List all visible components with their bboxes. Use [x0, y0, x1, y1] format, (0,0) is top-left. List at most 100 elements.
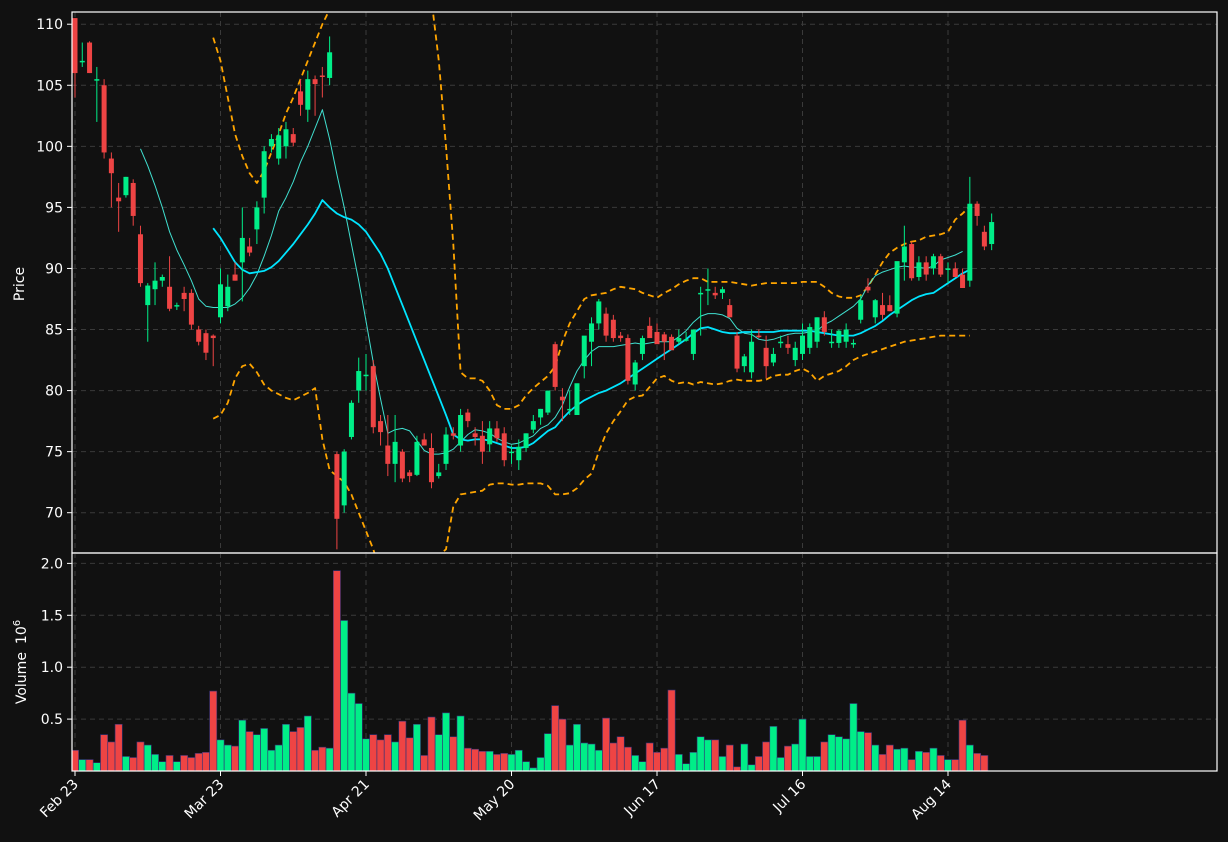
candle-body	[880, 305, 886, 315]
volume-bar	[202, 752, 210, 771]
candle-body	[196, 329, 202, 342]
candle-body	[770, 353, 776, 363]
volume-bar	[638, 761, 647, 771]
volume-bar	[143, 744, 152, 771]
stock-chart: 707580859095100105110 0.51.01.52.0 Feb 2…	[0, 0, 1228, 842]
candle-body	[283, 129, 289, 147]
volume-bar	[158, 761, 167, 771]
volume-tick-label: 1.0	[41, 660, 63, 676]
candle-body	[596, 301, 602, 324]
candle-body	[850, 342, 856, 345]
volume-bar	[813, 756, 821, 771]
candle-body	[981, 231, 987, 247]
volume-bar	[718, 756, 727, 771]
candle-body	[989, 222, 995, 245]
candle-body	[683, 339, 689, 341]
candle-body	[494, 428, 500, 439]
volume-bar	[864, 732, 872, 771]
volume-bar	[616, 736, 625, 771]
volume-bar	[885, 744, 894, 771]
candle-body	[654, 331, 660, 345]
volume-bar	[514, 749, 523, 771]
volume-bar	[180, 755, 189, 771]
candle-body	[785, 344, 791, 348]
candle-body	[334, 454, 340, 519]
candle-body	[858, 300, 864, 320]
volume-bar	[231, 745, 239, 771]
volume-bar	[871, 744, 880, 771]
candle-body	[756, 335, 762, 338]
candle-body	[268, 139, 274, 147]
candle-body	[290, 134, 296, 143]
volume-bar	[260, 728, 269, 771]
candle-body	[399, 451, 405, 479]
volume-tick-label: 0.5	[41, 712, 63, 728]
candle-body	[370, 366, 376, 428]
volume-bar	[674, 754, 683, 771]
candle-body	[909, 244, 915, 279]
volume-bar	[551, 705, 560, 771]
volume-bar	[493, 754, 501, 771]
candle-body	[938, 256, 944, 275]
volume-bar	[449, 736, 458, 771]
candle-body	[894, 261, 900, 314]
candle-body	[421, 439, 427, 446]
candle-body	[145, 285, 151, 306]
volume-bar	[798, 718, 807, 771]
volume-bar	[704, 739, 712, 771]
volume-bar	[980, 755, 989, 771]
volume-bar	[856, 731, 865, 771]
candle-body	[152, 280, 158, 290]
volume-bar	[354, 703, 363, 771]
volume-bar	[660, 747, 669, 771]
volume-bar	[362, 738, 370, 771]
candle-body	[610, 319, 616, 339]
candle-body	[727, 305, 733, 318]
candle-body	[836, 330, 842, 343]
candle-body	[458, 415, 464, 446]
candle-body	[72, 18, 78, 74]
volume-bar	[594, 749, 603, 771]
candle-body	[807, 327, 813, 348]
candle-body	[734, 335, 740, 369]
volume-bar	[805, 756, 814, 771]
candle-body	[603, 313, 609, 336]
candle-body	[639, 338, 645, 354]
candle-body	[865, 286, 871, 291]
volume-bar	[282, 723, 290, 771]
candle-body	[356, 371, 362, 391]
volume-bar	[907, 759, 916, 771]
candle-body	[181, 292, 187, 299]
volume-bar	[129, 757, 138, 771]
volume-bar	[973, 753, 981, 771]
price-tick-label: 85	[45, 323, 63, 339]
volume-bar	[631, 755, 640, 771]
candle-body	[800, 335, 805, 354]
candle-body	[465, 412, 471, 422]
volume-bar	[151, 754, 159, 771]
volume-bar	[645, 742, 654, 771]
volume-bar	[558, 718, 567, 771]
price-tick-label: 110	[36, 17, 63, 33]
candle-body	[749, 341, 755, 373]
volume-bar	[245, 731, 254, 771]
candle-body	[450, 433, 456, 436]
volume-tick-label: 2.0	[41, 556, 63, 572]
volume-bar	[238, 719, 247, 771]
volume-bar	[478, 750, 487, 771]
volume-bar	[172, 761, 181, 771]
volume-bar	[834, 736, 843, 771]
candle-body	[225, 286, 231, 307]
candle-body	[843, 329, 849, 342]
volume-bar	[107, 741, 116, 771]
candle-body	[923, 262, 929, 275]
candle-body	[159, 277, 165, 281]
candle-body	[305, 79, 311, 110]
volume-bar	[194, 753, 203, 771]
candle-body	[385, 445, 391, 464]
candle-body	[501, 433, 507, 461]
candle-body	[814, 317, 820, 342]
candle-body	[298, 91, 304, 105]
candle-body	[676, 338, 682, 342]
candle-body	[661, 334, 667, 342]
